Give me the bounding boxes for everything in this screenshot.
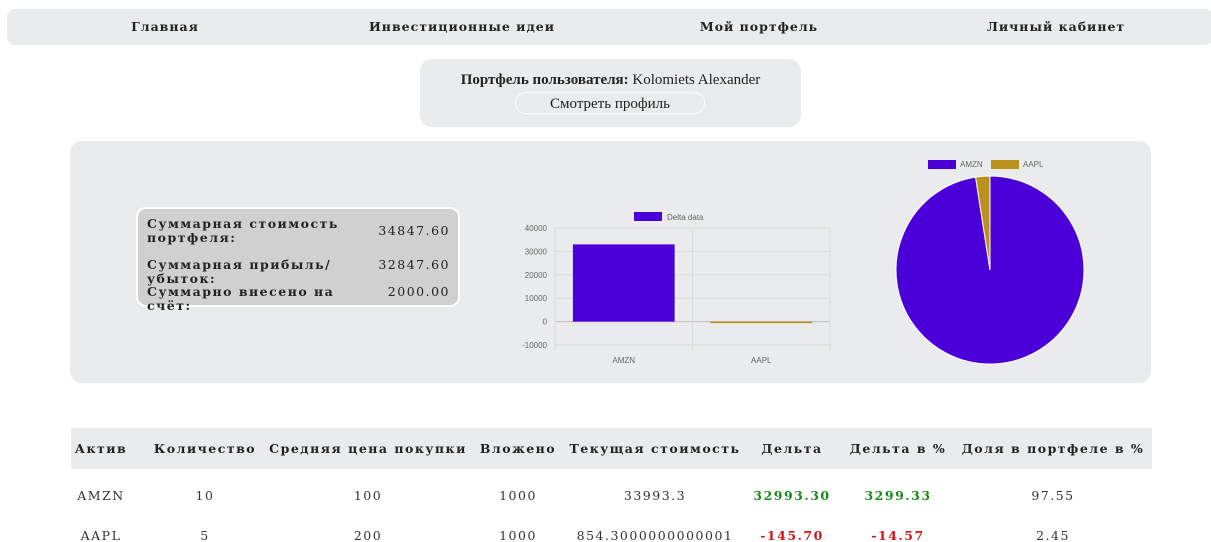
header-asset: Актив — [74, 441, 128, 456]
summary-profit-value: 32847.60 — [378, 257, 450, 272]
portfolio-table: Актив Количество Средняя цена покупки Вл… — [71, 428, 1152, 542]
header-delta-pct: Дельта в % — [849, 441, 947, 456]
user-name: Kolomiets Alexander — [632, 72, 761, 88]
legend-swatch-delta — [634, 212, 662, 221]
legend-swatch-aapl — [991, 160, 1019, 169]
nav-item-home[interactable]: Главная — [131, 9, 199, 45]
nav-item-account[interactable]: Личный кабинет — [987, 9, 1125, 45]
y-tick-label: 10000 — [525, 294, 548, 303]
header-current-value: Текущая стоимость — [569, 441, 741, 456]
header-portfolio-share: Доля в портфеле в % — [961, 441, 1145, 456]
nav-item-investment-ideas[interactable]: Инвестиционные идеи — [369, 9, 555, 45]
y-tick-label: 20000 — [525, 271, 548, 280]
y-tick-label: 0 — [543, 318, 548, 327]
table-row: AAPL 5 200 1000 854.3000000000001 -145.7… — [71, 516, 1152, 542]
cell-asset: AMZN — [77, 488, 125, 503]
cell-delta-pct: 3299.33 — [864, 488, 932, 503]
legend-label-delta: Delta data — [667, 213, 704, 222]
legend-label-amzn: AMZN — [960, 160, 983, 169]
header-invested: Вложено — [479, 441, 557, 456]
cell-delta: 32993.30 — [753, 488, 831, 503]
x-tick-label: AMZN — [612, 356, 635, 365]
user-portfolio-label: Портфель пользователя: — [460, 72, 629, 88]
portfolio-summary-box: Суммарная стоимость портфеля: 34847.60 С… — [136, 207, 460, 313]
view-profile-button[interactable]: Смотреть профиль — [515, 92, 705, 114]
cell-delta-pct: -14.57 — [871, 528, 925, 542]
cell-avg-price: 200 — [353, 528, 383, 542]
cell-invested: 1000 — [499, 488, 537, 503]
user-portfolio-card: Портфель пользователя: Kolomiets Alexand… — [420, 59, 801, 127]
bar-amzn — [572, 244, 675, 322]
cell-portfolio-share: 97.55 — [1031, 488, 1075, 503]
cell-current-value: 854.3000000000001 — [576, 528, 734, 542]
y-tick-label: 40000 — [525, 224, 548, 233]
y-tick-label: -10000 — [522, 341, 547, 350]
x-tick-label: AAPL — [751, 356, 772, 365]
top-nav: Главная Инвестиционные идеи Мой портфель… — [7, 9, 1211, 45]
header-avg-price: Средняя цена покупки — [269, 441, 467, 456]
cell-quantity: 5 — [200, 528, 210, 542]
summary-total-value-label: Суммарная стоимость портфеля: — [147, 216, 339, 245]
user-portfolio-title: Портфель пользователя: Kolomiets Alexand… — [420, 72, 801, 89]
summary-deposited-value: 2000.00 — [387, 284, 450, 299]
table-row: AMZN 10 100 1000 33993.3 32993.30 3299.3… — [71, 476, 1152, 516]
cell-portfolio-share: 2.45 — [1036, 528, 1070, 542]
y-tick-label: 30000 — [525, 247, 548, 256]
legend-label-aapl: AAPL — [1023, 160, 1044, 169]
cell-asset: AAPL — [80, 528, 122, 542]
bar-aapl — [710, 321, 813, 324]
cell-invested: 1000 — [499, 528, 537, 542]
cell-avg-price: 100 — [353, 488, 383, 503]
table-header-row: Актив Количество Средняя цена покупки Вл… — [71, 428, 1152, 469]
header-delta: Дельта — [761, 441, 823, 456]
header-quantity: Количество — [153, 441, 257, 456]
cell-current-value: 33993.3 — [623, 488, 687, 503]
summary-total-value: 34847.60 — [378, 223, 450, 238]
legend-swatch-amzn — [928, 160, 956, 169]
summary-profit-label: Суммарная прибыль/убыток: — [147, 257, 332, 286]
nav-item-my-portfolio[interactable]: Мой портфель — [700, 9, 818, 45]
cell-delta: -145.70 — [760, 528, 824, 542]
summary-deposited-label: Суммарно внесено на счёт: — [147, 284, 335, 313]
cell-quantity: 10 — [195, 488, 215, 503]
delta-bar-chart: 40000 30000 20000 10000 0 -10000 AMZN AAPL Delta… — [522, 212, 831, 365]
portfolio-share-pie-chart: AMZN AAPL — [895, 160, 1085, 365]
